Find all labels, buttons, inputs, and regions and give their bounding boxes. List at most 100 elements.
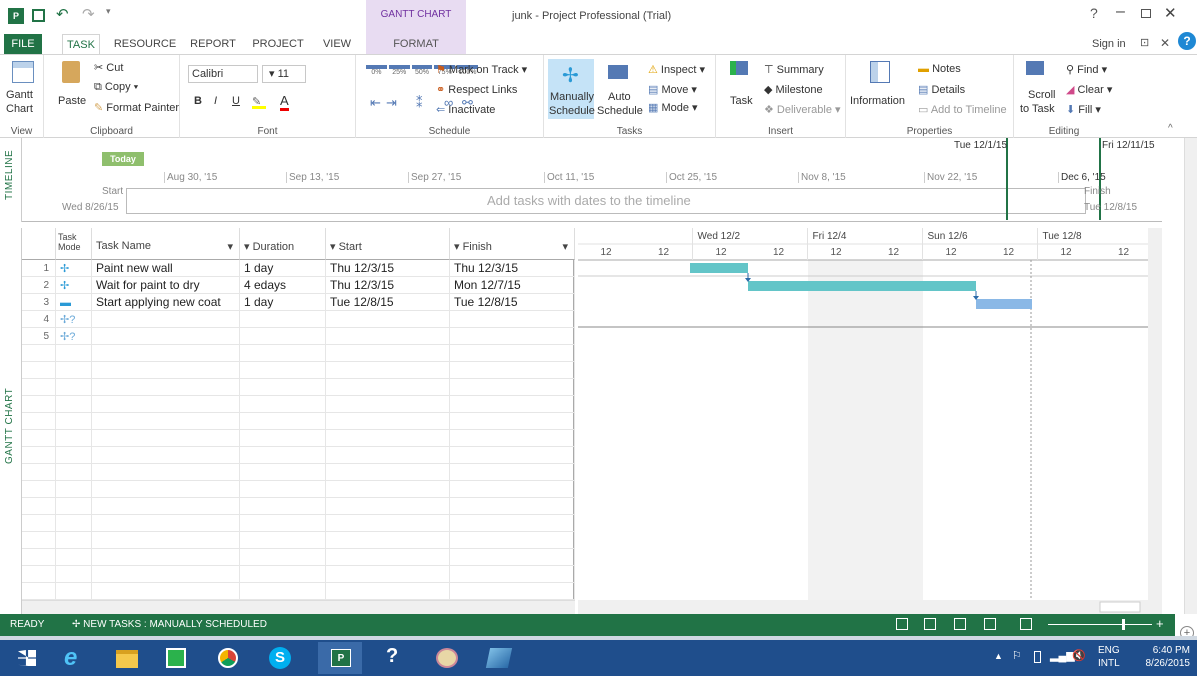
task-bar-wait-for-paint[interactable] xyxy=(748,281,976,291)
empty-cell[interactable] xyxy=(92,498,240,515)
new-tasks-mode[interactable]: ✢ NEW TASKS : MANUALLY SCHEDULED xyxy=(72,619,267,630)
scroll-to-task-icon[interactable] xyxy=(1026,61,1044,75)
col-header-task-name[interactable]: Task Name ▾ xyxy=(92,228,240,260)
font-color-icon[interactable]: A xyxy=(280,93,289,111)
tray-volume-icon[interactable]: 🔇 xyxy=(1072,649,1086,662)
task-cell-mode[interactable]: ✢? xyxy=(56,328,92,345)
empty-cell[interactable] xyxy=(56,345,92,362)
empty-cell[interactable] xyxy=(326,430,450,447)
collapse-ribbon-icon[interactable]: ^ xyxy=(1168,123,1173,134)
empty-cell[interactable] xyxy=(22,532,56,549)
tray-clock[interactable]: 6:40 PM 8/26/2015 xyxy=(1134,644,1191,670)
empty-cell[interactable] xyxy=(326,532,450,549)
col-header-start[interactable]: ▾ Start xyxy=(326,228,450,260)
empty-cell[interactable] xyxy=(450,549,575,566)
col-finish-dropdown-icon[interactable]: ▾ xyxy=(454,241,463,253)
pct-50-button[interactable]: 50% xyxy=(411,65,433,81)
tray-flag-icon[interactable]: ⚐ xyxy=(1012,649,1022,662)
pct-0-button[interactable]: 0% xyxy=(366,65,387,81)
task-cell-num[interactable]: 5 xyxy=(22,328,56,345)
information-button[interactable]: Information xyxy=(850,95,905,107)
add-to-timeline-button[interactable]: ▭ Add to Timeline xyxy=(918,103,1007,116)
highlight-color-icon[interactable]: ✎ xyxy=(252,95,266,109)
split-task-icon[interactable]: ⁑ xyxy=(416,95,423,111)
empty-cell[interactable] xyxy=(240,430,326,447)
undo-icon[interactable]: ↶ xyxy=(56,5,69,23)
fill-button[interactable]: ⬇ Fill ▾ xyxy=(1066,103,1101,116)
help-taskbar-button[interactable]: ? xyxy=(372,642,416,674)
grid-hscroll[interactable] xyxy=(22,600,575,614)
task-cell-mode[interactable]: ✢? xyxy=(56,311,92,328)
task-cell-name[interactable] xyxy=(92,311,240,328)
deliverable-button[interactable]: ❖ Deliverable ▾ xyxy=(764,103,841,116)
empty-cell[interactable] xyxy=(22,430,56,447)
empty-cell[interactable] xyxy=(92,583,240,600)
tray-language[interactable]: ENG INTL xyxy=(1098,644,1120,670)
empty-cell[interactable] xyxy=(240,583,326,600)
empty-cell[interactable] xyxy=(56,379,92,396)
zoom-in-icon[interactable]: + xyxy=(1156,616,1164,631)
zoom-slider[interactable] xyxy=(1048,624,1152,625)
task-cell-finish[interactable] xyxy=(450,328,575,345)
task-cell-duration[interactable] xyxy=(240,311,326,328)
project-taskbar-button[interactable]: P xyxy=(318,642,362,674)
indent-icon[interactable]: ⇥ xyxy=(386,95,397,111)
move-button[interactable]: ▤ Move ▾ xyxy=(648,83,697,96)
task-cell-start[interactable] xyxy=(326,311,450,328)
tab-format[interactable]: FORMAT xyxy=(366,34,466,54)
mark-on-track-button[interactable]: ⚑ Mark on Track ▾ xyxy=(436,63,527,76)
timeline-pane[interactable]: Today Start Wed 8/26/15 Add tasks with d… xyxy=(22,138,1162,222)
empty-cell[interactable] xyxy=(22,566,56,583)
empty-cell[interactable] xyxy=(326,396,450,413)
empty-cell[interactable] xyxy=(450,532,575,549)
task-cell-name[interactable] xyxy=(92,328,240,345)
empty-cell[interactable] xyxy=(450,481,575,498)
empty-cell[interactable] xyxy=(326,583,450,600)
chart-vscroll[interactable] xyxy=(1148,228,1162,600)
empty-cell[interactable] xyxy=(22,447,56,464)
empty-cell[interactable] xyxy=(240,481,326,498)
paste-button[interactable]: Paste xyxy=(58,95,86,107)
chart-hscroll-thumb[interactable] xyxy=(1099,601,1141,613)
gantt-chart-icon[interactable] xyxy=(12,61,34,83)
empty-cell[interactable] xyxy=(240,413,326,430)
empty-cell[interactable] xyxy=(326,566,450,583)
empty-cell[interactable] xyxy=(92,532,240,549)
task-cell-num[interactable]: 1 xyxy=(22,260,56,277)
empty-cell[interactable] xyxy=(240,345,326,362)
empty-cell[interactable] xyxy=(450,430,575,447)
task-cell-start[interactable] xyxy=(326,328,450,345)
task-cell-finish[interactable] xyxy=(450,311,575,328)
empty-cell[interactable] xyxy=(22,549,56,566)
font-size-select[interactable]: ▾ 11 xyxy=(262,65,306,83)
empty-cell[interactable] xyxy=(56,447,92,464)
empty-cell[interactable] xyxy=(56,515,92,532)
task-cell-num[interactable]: 2 xyxy=(22,277,56,294)
tray-up-arrow-icon[interactable]: ▲ xyxy=(994,651,1003,661)
information-icon[interactable] xyxy=(870,61,890,83)
view-resource-sheet-icon[interactable] xyxy=(984,618,996,630)
empty-cell[interactable] xyxy=(450,447,575,464)
view-report-icon[interactable] xyxy=(1020,618,1032,630)
mode-button[interactable]: ▦ Mode ▾ xyxy=(648,101,698,114)
task-bar-apply-new-coat[interactable] xyxy=(976,299,1032,309)
pct-25-button[interactable]: 25% xyxy=(388,65,410,81)
chrome-taskbar-button[interactable] xyxy=(206,642,250,674)
empty-cell[interactable] xyxy=(240,515,326,532)
timeline-bar[interactable]: Add tasks with dates to the timeline xyxy=(126,188,1086,214)
explorer-taskbar-button[interactable] xyxy=(104,642,148,674)
copy-button[interactable]: ⧉ Copy ▾ xyxy=(94,81,138,94)
summary-button[interactable]: ⊤ Summary xyxy=(764,63,824,76)
tab-resource[interactable]: RESOURCE xyxy=(112,34,178,54)
skype-taskbar-button[interactable]: S xyxy=(258,642,302,674)
empty-cell[interactable] xyxy=(240,379,326,396)
empty-cell[interactable] xyxy=(326,498,450,515)
view-team-planner-icon[interactable] xyxy=(954,618,966,630)
italic-button[interactable]: I xyxy=(214,95,217,107)
view-gantt-icon[interactable] xyxy=(896,618,908,630)
task-cell-name[interactable]: Start applying new coat xyxy=(92,294,240,311)
help-icon[interactable]: ? xyxy=(1090,5,1098,21)
empty-cell[interactable] xyxy=(56,413,92,430)
scroll-label[interactable]: Scroll xyxy=(1028,89,1056,101)
ie-taskbar-button[interactable]: e xyxy=(54,642,98,674)
